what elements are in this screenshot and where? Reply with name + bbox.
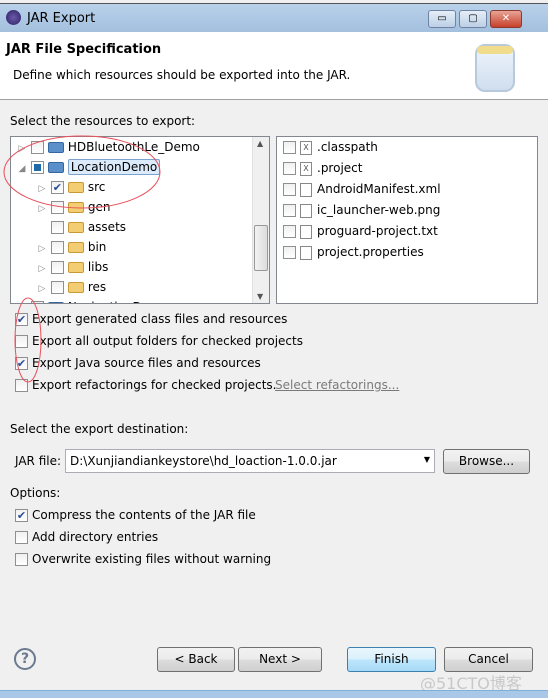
red-annotations: [3, 135, 161, 383]
annotation-circle-options: [14, 297, 42, 383]
annotation-circle-project: [3, 135, 161, 209]
